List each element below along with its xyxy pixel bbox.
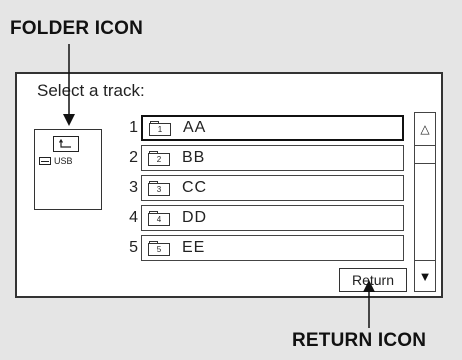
- track-number: 3: [129, 179, 138, 196]
- track-number: 2: [129, 149, 138, 166]
- return-button[interactable]: Return: [339, 268, 407, 292]
- track-select-screen: Select a track: USB 1 1 AA 2 2 BB 3 3 CC…: [15, 72, 443, 298]
- return-icon-callout: RETURN ICON: [292, 330, 427, 351]
- scroll-thumb[interactable]: [415, 145, 435, 164]
- track-item[interactable]: 2 BB: [141, 145, 404, 171]
- usb-drive-icon: [39, 157, 51, 165]
- scrollbar[interactable]: △ ▼: [414, 112, 436, 292]
- usb-source[interactable]: USB: [39, 156, 73, 166]
- track-item[interactable]: 4 DD: [141, 205, 404, 231]
- folder-icon: 4: [148, 210, 170, 226]
- scroll-up-icon[interactable]: △: [415, 113, 435, 146]
- track-row[interactable]: 3 3 CC: [114, 173, 404, 203]
- folder-icon: 2: [148, 150, 170, 166]
- folder-panel: USB: [34, 129, 102, 210]
- track-number: 4: [129, 209, 138, 226]
- track-row[interactable]: 1 1 AA: [114, 113, 404, 143]
- track-item[interactable]: 5 EE: [141, 235, 404, 261]
- usb-label: USB: [54, 156, 73, 166]
- folder-icon-callout: FOLDER ICON: [10, 18, 144, 39]
- track-name: AA: [183, 119, 207, 136]
- track-name: DD: [182, 209, 208, 226]
- prompt-text: Select a track:: [37, 81, 145, 100]
- track-number: 5: [129, 239, 138, 256]
- folder-icon: 5: [148, 240, 170, 256]
- track-name: BB: [182, 149, 206, 166]
- folder-icon: 3: [148, 180, 170, 196]
- folder-icon: 1: [149, 120, 171, 136]
- scroll-down-icon[interactable]: ▼: [415, 260, 435, 291]
- track-item-selected[interactable]: 1 AA: [141, 115, 404, 141]
- track-item[interactable]: 3 CC: [141, 175, 404, 201]
- track-name: EE: [182, 239, 206, 256]
- track-row[interactable]: 5 5 EE: [114, 233, 404, 263]
- track-name: CC: [182, 179, 208, 196]
- track-row[interactable]: 2 2 BB: [114, 143, 404, 173]
- track-row[interactable]: 4 4 DD: [114, 203, 404, 233]
- folder-up-icon[interactable]: [53, 136, 79, 152]
- track-number: 1: [129, 119, 138, 136]
